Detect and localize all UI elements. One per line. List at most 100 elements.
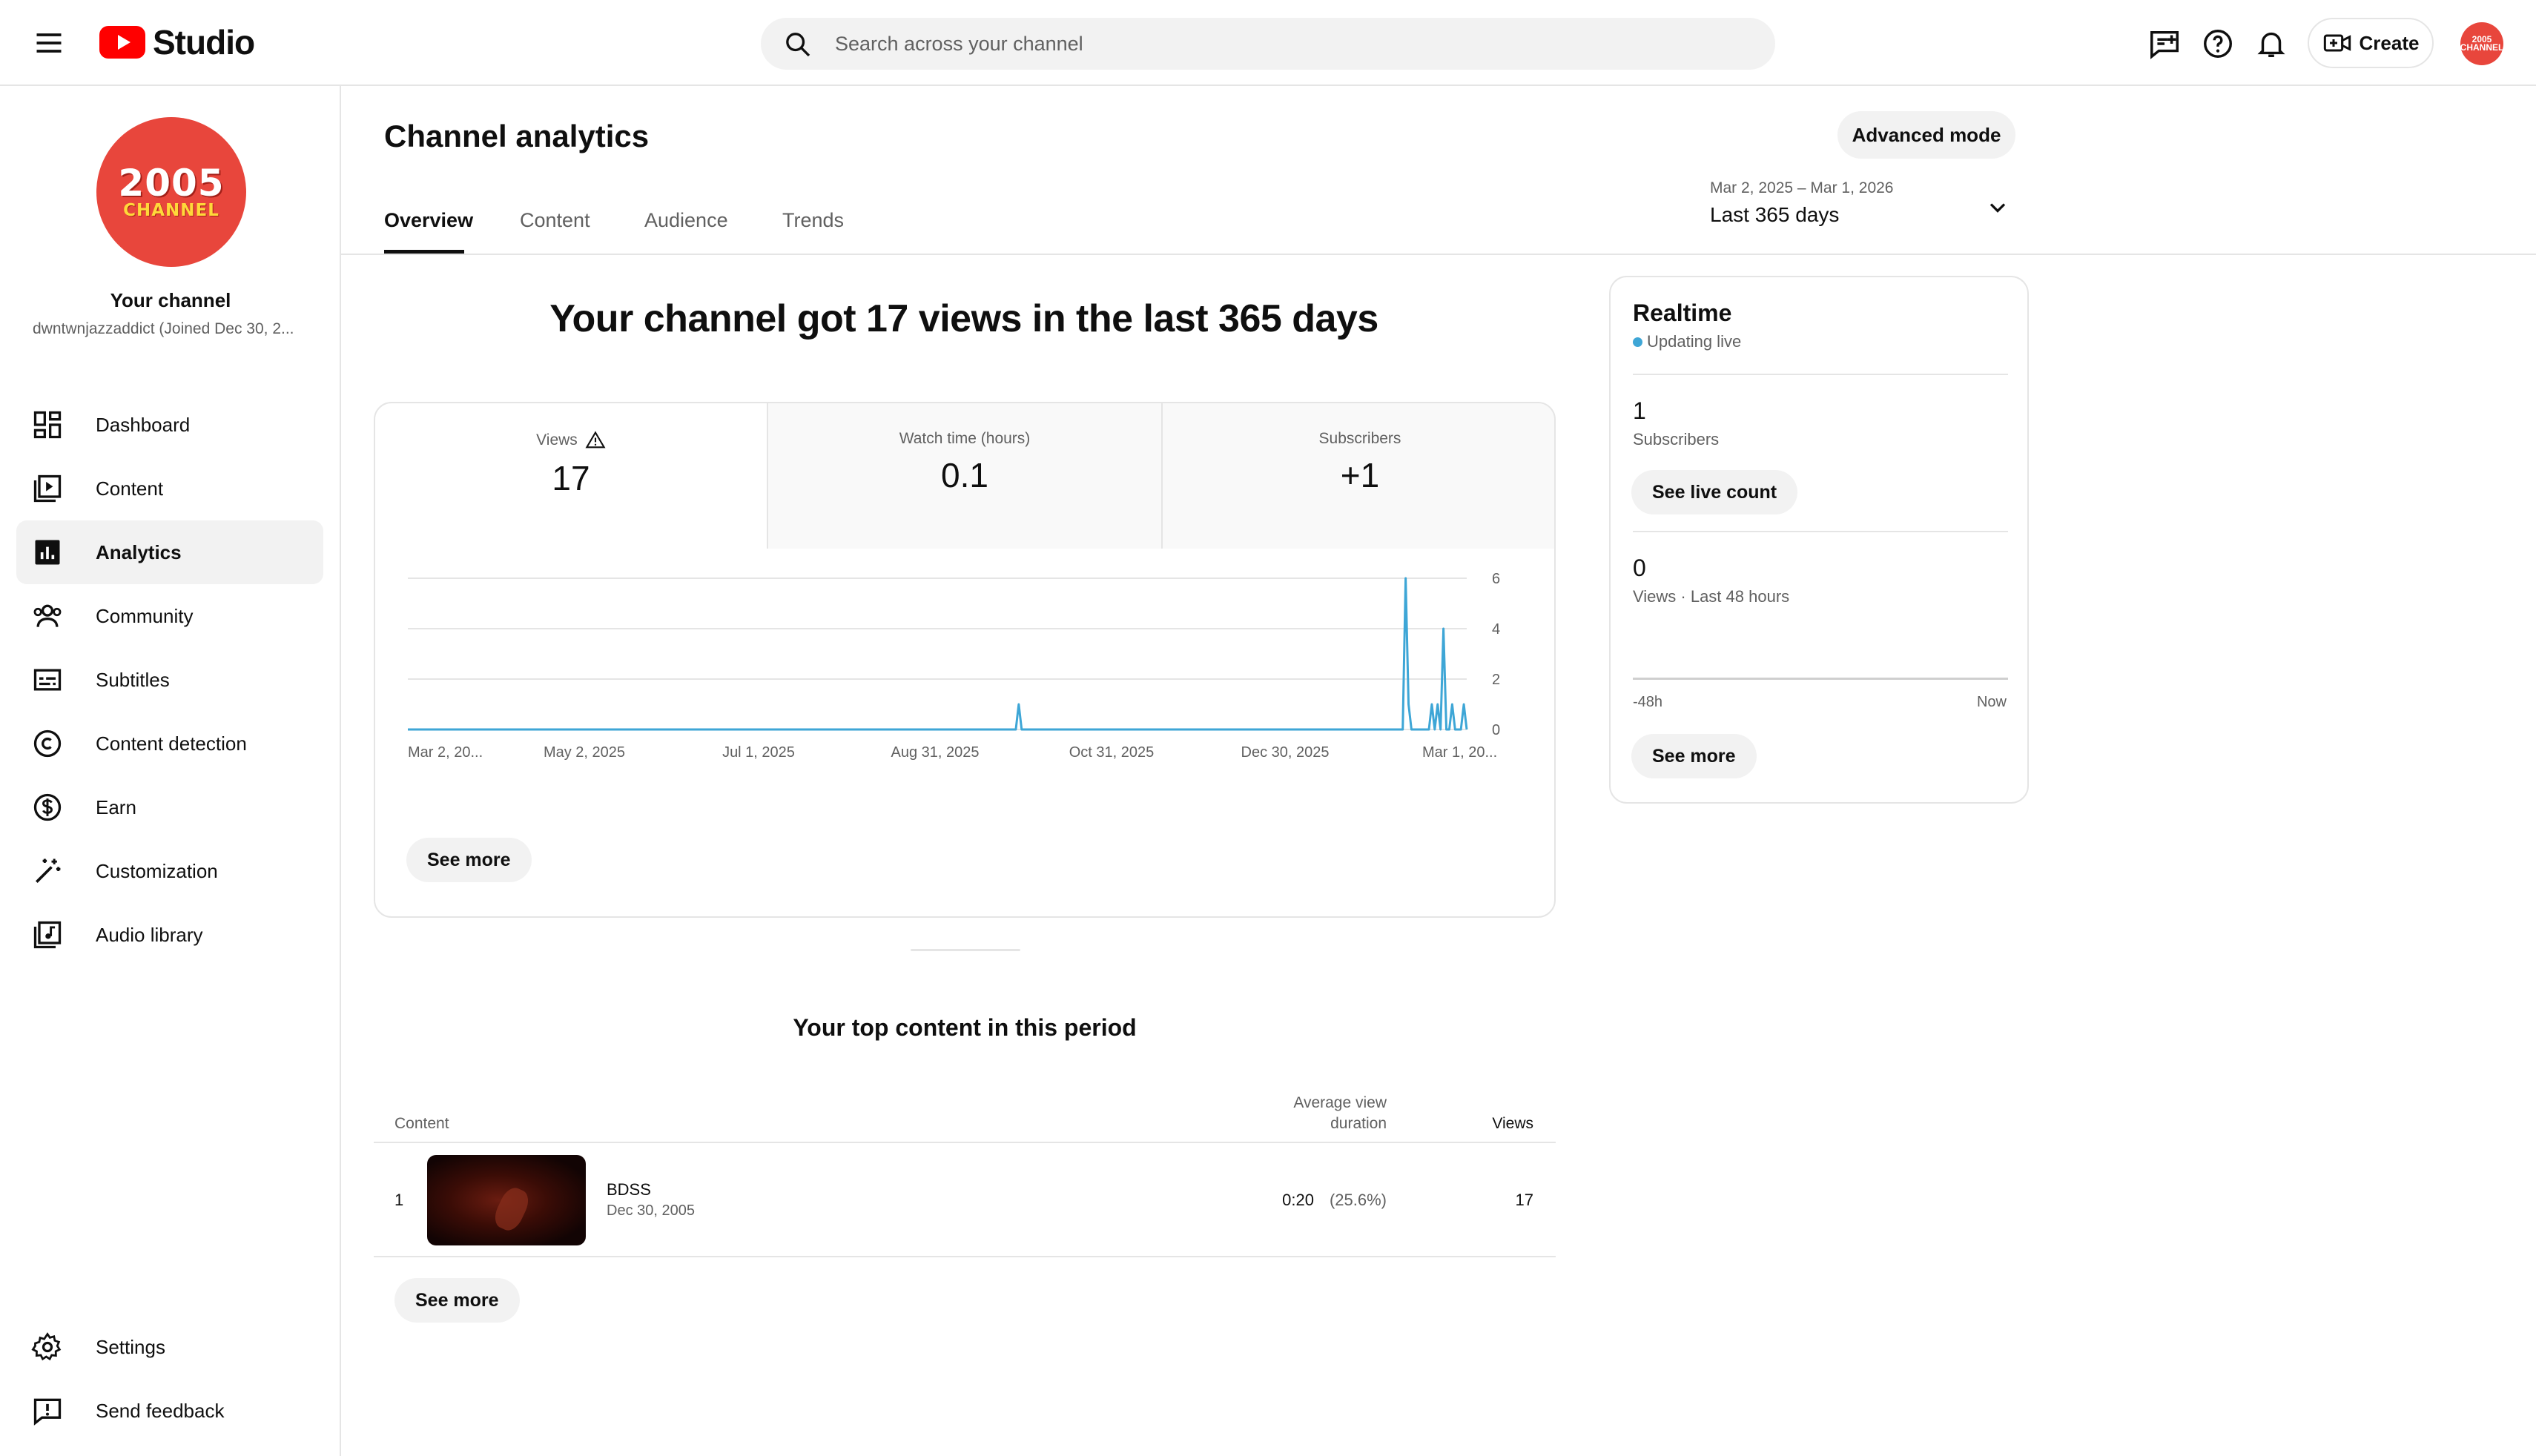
search-box[interactable]: [761, 18, 1775, 70]
x-tick-label: Dec 30, 2025: [1241, 744, 1330, 761]
analytics-icon: [31, 536, 64, 569]
chart-see-more-button[interactable]: See more: [406, 838, 532, 882]
realtime-axis: [1633, 678, 2008, 680]
search-input[interactable]: [835, 18, 1725, 70]
realtime-views-value: 0: [1633, 555, 1646, 581]
tab-content[interactable]: Content: [520, 209, 590, 232]
realtime-see-more-button[interactable]: See more: [1631, 734, 1757, 778]
top-content-see-more-button[interactable]: See more: [394, 1278, 520, 1323]
help-icon[interactable]: [2201, 27, 2235, 61]
community-icon: [31, 600, 64, 632]
y-tick-label: 6: [1492, 571, 1500, 587]
sidebar-item-community[interactable]: Community: [16, 584, 323, 648]
x-tick-label: Mar 1, 20...: [1422, 744, 1497, 761]
metric-views[interactable]: Views 17: [375, 403, 767, 549]
logo-text: Studio: [153, 23, 255, 62]
sidebar-item-label: Settings: [96, 1335, 165, 1358]
x-tick-label: Oct 31, 2025: [1069, 744, 1155, 761]
metric-watch-time[interactable]: Watch time (hours) 0.1: [768, 403, 1161, 549]
copyright-icon: [31, 727, 64, 760]
avatar-text-channel: CHANNEL: [123, 201, 219, 220]
metric-value: 17: [552, 459, 590, 497]
sidebar-item-subtitles[interactable]: Subtitles: [16, 648, 323, 712]
views-line-chart: 0 2 4 6 Mar 2, 20... May 2, 2025 Jul 1, 2025 Au…: [408, 571, 1500, 761]
advanced-mode-button[interactable]: Advanced mode: [1837, 111, 2015, 159]
sidebar-item-content[interactable]: Content: [16, 457, 323, 520]
tab-audience[interactable]: Audience: [644, 209, 728, 232]
tabs-divider: [341, 254, 2536, 255]
see-live-count-button[interactable]: See live count: [1631, 470, 1798, 514]
dollar-icon: [31, 791, 64, 824]
comment-add-icon[interactable]: [2147, 27, 2182, 61]
subtitles-icon: [31, 664, 64, 696]
overview-chart-card: Views 17 Watch time (hours) 0.1 Subscrib…: [374, 402, 1556, 918]
sidebar-item-label: Content: [96, 477, 164, 500]
channel-title: Your channel: [110, 289, 231, 311]
views-headline: Your channel got 17 views in the last 36…: [549, 297, 1378, 340]
magic-wand-icon: [31, 855, 64, 887]
warning-icon: [585, 431, 606, 449]
date-range-picker[interactable]: Mar 2, 2025 – Mar 1, 2026 Last 365 days: [1710, 179, 2021, 231]
channel-handle: dwntwnjazzaddict (Joined Dec 30, 2...: [33, 320, 294, 337]
realtime-title: Realtime: [1633, 300, 1732, 326]
notifications-icon[interactable]: [2254, 27, 2288, 61]
y-tick-label: 0: [1492, 722, 1500, 738]
sidebar-item-content-detection[interactable]: Content detection: [16, 712, 323, 775]
x-tick-label: Jul 1, 2025: [722, 744, 795, 761]
sidebar-item-label: Subtitles: [96, 668, 170, 691]
create-label: Create: [2359, 31, 2420, 54]
realtime-axis-start: -48h: [1633, 694, 1663, 710]
tab-trends[interactable]: Trends: [782, 209, 844, 232]
avatar-text-year: 2005: [118, 162, 225, 205]
sidebar-item-audio-library[interactable]: Audio library: [16, 903, 323, 967]
sidebar: 2005 CHANNEL Your channel dwntwnjazzaddi…: [0, 86, 341, 1456]
video-title[interactable]: BDSS: [607, 1180, 651, 1199]
channel-avatar[interactable]: 2005 CHANNEL: [96, 117, 246, 267]
avg-view-duration: 0:20: [1282, 1191, 1314, 1209]
realtime-subscribers-value: 1: [1633, 397, 1646, 424]
avg-view-percent: (25.6%): [1329, 1191, 1387, 1209]
realtime-status: Updating live: [1633, 332, 1741, 351]
views-series-line[interactable]: [408, 577, 1468, 731]
sidebar-item-dashboard[interactable]: Dashboard: [16, 393, 323, 457]
create-button[interactable]: Create: [2308, 18, 2434, 68]
sidebar-item-label: Dashboard: [96, 413, 191, 436]
sidebar-item-label: Community: [96, 604, 194, 627]
metric-label: Watch time (hours): [899, 430, 1031, 447]
thumbnail-detail: [490, 1184, 533, 1234]
audio-library-icon: [31, 919, 64, 951]
account-avatar[interactable]: 2005 CHANNEL: [2460, 22, 2503, 65]
x-tick-label: Mar 2, 20...: [408, 744, 483, 761]
realtime-views-label: Views · Last 48 hours: [1633, 587, 1790, 606]
y-tick-label: 2: [1492, 672, 1500, 688]
x-tick-label: May 2, 2025: [544, 744, 625, 761]
col-views-header[interactable]: Views: [1492, 1115, 1533, 1133]
search-icon[interactable]: [783, 30, 813, 59]
sidebar-item-earn[interactable]: Earn: [16, 775, 323, 839]
youtube-play-icon: [99, 26, 145, 59]
sidebar-item-analytics[interactable]: Analytics: [16, 520, 323, 584]
feedback-icon: [31, 1394, 64, 1427]
realtime-subscribers-label: Subscribers: [1633, 430, 1720, 449]
video-thumbnail[interactable]: [427, 1155, 586, 1245]
sidebar-item-customization[interactable]: Customization: [16, 839, 323, 903]
studio-logo[interactable]: Studio: [99, 22, 255, 62]
y-tick-label: 4: [1492, 621, 1500, 638]
metric-views-label-row: Views: [375, 430, 767, 451]
sidebar-item-send-feedback[interactable]: Send feedback: [16, 1379, 323, 1443]
sidebar-item-settings[interactable]: Settings: [16, 1315, 323, 1379]
col-content-header: Content: [394, 1115, 449, 1132]
col-avd-header-line1: Average view: [1293, 1094, 1387, 1111]
realtime-card: Realtime Updating live 1 Subscribers See…: [1609, 276, 2029, 804]
table-row[interactable]: 1 BDSS Dec 30, 2005 0:20 (25.6%) 17: [374, 1145, 1556, 1257]
metric-subscribers[interactable]: Subscribers +1: [1163, 403, 1554, 549]
sidebar-item-label: Send feedback: [96, 1399, 225, 1422]
menu-icon[interactable]: [33, 27, 65, 59]
x-tick-label: Aug 31, 2025: [891, 744, 980, 761]
metric-label: Views: [536, 431, 578, 449]
sidebar-item-label: Customization: [96, 859, 218, 882]
tab-overview[interactable]: Overview: [384, 209, 473, 232]
metric-value: +1: [1340, 456, 1380, 494]
video-date: Dec 30, 2005: [607, 1202, 695, 1219]
chevron-down-icon: [1984, 194, 2011, 221]
